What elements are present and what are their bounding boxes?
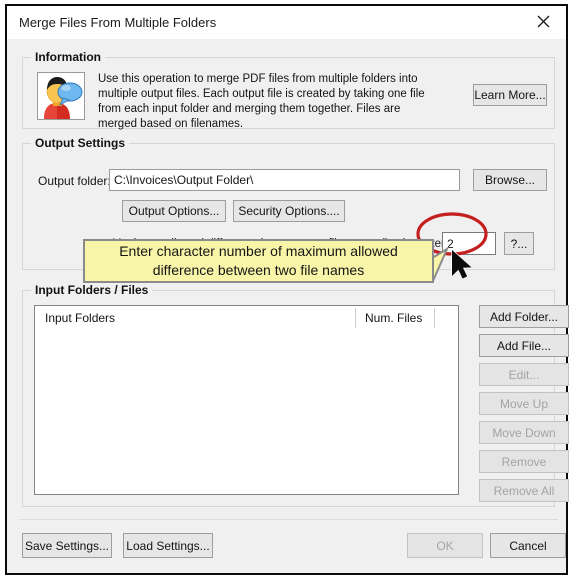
- cancel-button[interactable]: Cancel: [490, 533, 566, 558]
- output-folder-label: Output folder:: [38, 174, 111, 188]
- security-options-button[interactable]: Security Options....: [233, 200, 345, 222]
- browse-button[interactable]: Browse...: [473, 169, 547, 191]
- output-folder-input[interactable]: [109, 169, 460, 191]
- edit-button: Edit...: [479, 363, 569, 386]
- output-options-button[interactable]: Output Options...: [122, 200, 226, 222]
- close-icon[interactable]: [522, 6, 564, 37]
- dialog-body: Information Use this operation to merge …: [7, 39, 569, 573]
- column-divider[interactable]: [355, 308, 356, 328]
- input-folders-group-title: Input Folders / Files: [31, 283, 153, 297]
- max-difference-label: Maximum allowed difference between two f…: [112, 238, 458, 250]
- window-title: Merge Files From Multiple Folders: [19, 15, 217, 30]
- output-settings-group: Output Settings Output folder: Browse...…: [22, 136, 555, 270]
- move-down-button: Move Down: [479, 421, 569, 444]
- remove-button: Remove: [479, 450, 569, 473]
- user-speech-bubble-icon: [37, 72, 85, 120]
- column-header-input-folders[interactable]: Input Folders: [45, 311, 115, 325]
- learn-more-button[interactable]: Learn More...: [473, 84, 547, 106]
- input-folders-group: Input Folders / Files Input Folders Num.…: [22, 283, 569, 507]
- title-bar: Merge Files From Multiple Folders: [7, 6, 566, 39]
- ok-button: OK: [407, 533, 483, 558]
- add-file-button[interactable]: Add File...: [479, 334, 569, 357]
- information-group-title: Information: [31, 50, 105, 64]
- add-folder-button[interactable]: Add Folder...: [479, 305, 569, 328]
- max-difference-help-button[interactable]: ?...: [504, 232, 534, 255]
- output-settings-group-title: Output Settings: [31, 136, 129, 150]
- max-difference-input[interactable]: [442, 232, 496, 255]
- column-divider[interactable]: [434, 308, 435, 328]
- dialog-window: Merge Files From Multiple Folders Inform…: [5, 4, 569, 575]
- information-text: Use this operation to merge PDF files fr…: [98, 73, 425, 130]
- remove-all-button: Remove All: [479, 479, 569, 502]
- input-folders-list-header: Input Folders Num. Files: [35, 306, 458, 330]
- load-settings-button[interactable]: Load Settings...: [123, 533, 213, 558]
- footer-divider: [19, 519, 558, 520]
- save-settings-button[interactable]: Save Settings...: [22, 533, 112, 558]
- input-folders-list[interactable]: Input Folders Num. Files: [34, 305, 459, 495]
- column-header-num-files[interactable]: Num. Files: [365, 311, 422, 325]
- information-group: Information Use this operation to merge …: [22, 50, 555, 130]
- move-up-button: Move Up: [479, 392, 569, 415]
